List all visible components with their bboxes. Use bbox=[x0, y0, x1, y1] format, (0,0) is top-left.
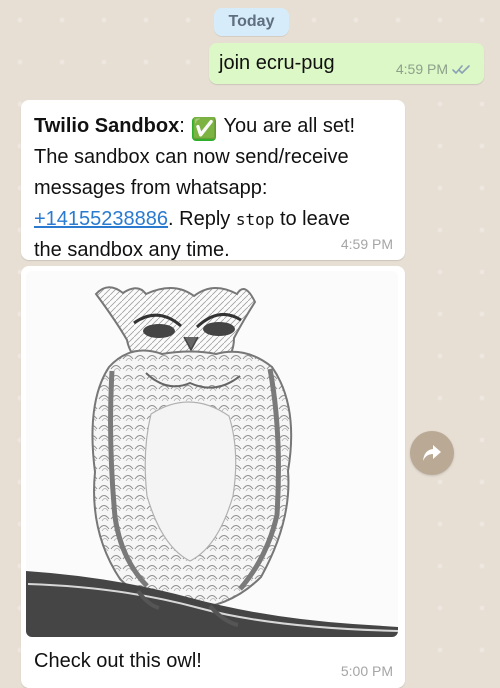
outgoing-message-time: 4:59 PM bbox=[395, 61, 448, 77]
outgoing-message-bubble[interactable]: join ecru-pug 4:59 PM bbox=[209, 43, 484, 84]
stop-keyword: stop bbox=[235, 210, 275, 229]
owl-image[interactable] bbox=[26, 271, 398, 637]
owl-illustration bbox=[26, 271, 398, 637]
reply-suffix: to leave bbox=[274, 208, 350, 230]
outgoing-message-meta: 4:59 PM bbox=[396, 61, 470, 77]
incoming-message-bubble[interactable]: Twilio Sandbox: ✅ You are all set! The s… bbox=[21, 100, 405, 260]
sender-name: Twilio Sandbox bbox=[34, 115, 180, 137]
incoming-message-text: Twilio Sandbox: ✅ You are all set! The s… bbox=[34, 111, 389, 260]
forward-button[interactable] bbox=[410, 431, 454, 475]
message-line-3: messages from whatsapp: bbox=[34, 177, 268, 199]
image-caption: Check out this owl! bbox=[34, 650, 202, 672]
reply-prefix: . Reply bbox=[168, 208, 236, 230]
status-text: You are all set! bbox=[223, 115, 356, 137]
outgoing-message-text: join ecru-pug bbox=[219, 52, 335, 74]
check-mark-icon: ✅ bbox=[192, 117, 218, 141]
date-separator: Today bbox=[214, 8, 289, 36]
image-message-time: 5:00 PM bbox=[340, 663, 393, 679]
forward-icon bbox=[423, 445, 441, 461]
incoming-message-time: 4:59 PM bbox=[340, 236, 393, 252]
double-check-icon bbox=[452, 64, 470, 74]
message-line-2: The sandbox can now send/receive bbox=[34, 146, 349, 168]
message-line-5: the sandbox any time. bbox=[34, 239, 230, 260]
image-message-bubble[interactable]: Check out this owl! 5:00 PM bbox=[21, 266, 405, 688]
phone-number-link[interactable]: +14155238886 bbox=[34, 208, 168, 230]
sender-separator: : bbox=[179, 115, 185, 137]
